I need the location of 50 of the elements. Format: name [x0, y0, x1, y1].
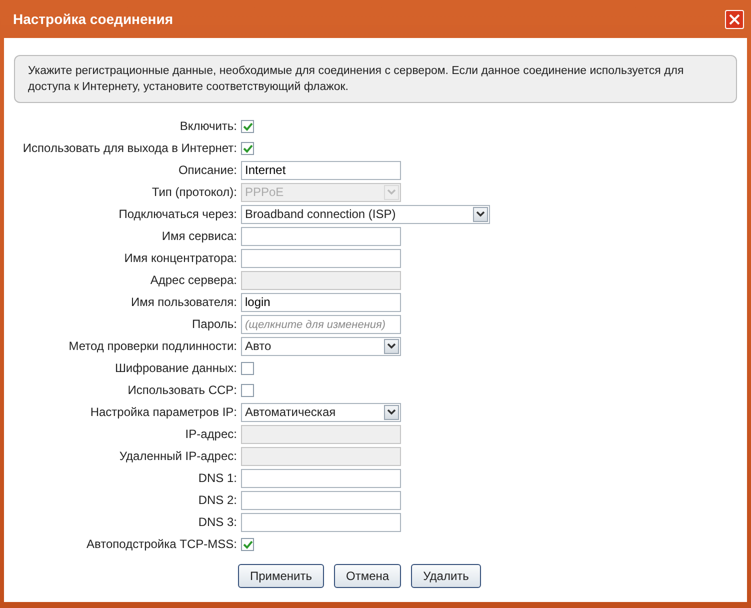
window-title: Настройка соединения — [13, 11, 174, 27]
field-label: Пароль: — [191, 317, 238, 331]
input-field[interactable] — [241, 226, 401, 246]
checkmark-icon — [242, 144, 252, 152]
field-label: Настройка параметров IP: — [89, 405, 238, 419]
field-label: Шифрование данных: — [114, 361, 238, 375]
field-label: DNS 1: — [197, 471, 238, 485]
dropdown-value: Broadband connection (ISP) — [245, 207, 396, 221]
checkbox[interactable] — [241, 538, 254, 550]
field-label: Адрес сервера: — [149, 273, 238, 287]
dialog-button[interactable]: Удалить — [411, 564, 481, 588]
checkmark-icon — [242, 122, 252, 130]
input-field[interactable]: login — [241, 292, 401, 312]
checkmark-icon — [242, 540, 252, 548]
field-label: IP-адрес: — [184, 427, 238, 441]
input-field[interactable] — [241, 512, 401, 532]
dropdown-value: Авто — [245, 339, 272, 353]
field-label: Удаленный IP-адрес: — [118, 449, 238, 463]
dropdown[interactable]: Авто — [241, 336, 401, 356]
field-label: Имя пользователя: — [130, 295, 238, 309]
checkbox[interactable] — [241, 362, 254, 374]
input-field[interactable]: Internet — [241, 160, 401, 180]
field-label: Имя сервиса: — [160, 229, 238, 243]
field-label: Описание: — [177, 163, 238, 177]
field-label: Подключаться через: — [118, 207, 238, 221]
field-label: Тип (протокол): — [150, 185, 238, 199]
field-label: Включить: — [178, 119, 238, 133]
input-field[interactable] — [241, 490, 401, 510]
field-label: Использовать для выхода в Интернет: — [22, 141, 238, 155]
dropdown[interactable]: Автоматическая — [241, 402, 401, 422]
dropdown-value: PPPoE — [245, 185, 284, 199]
input-field[interactable]: (щелкните для изменения) — [241, 314, 401, 334]
dropdown-value: Автоматическая — [245, 405, 336, 419]
close-button[interactable] — [725, 10, 744, 28]
checkbox[interactable] — [241, 142, 254, 154]
dialog-button[interactable]: Отмена — [334, 564, 402, 588]
field-label: Использовать CCP: — [126, 383, 238, 397]
input-field[interactable] — [241, 468, 401, 488]
dialog-button[interactable]: Применить — [238, 564, 324, 588]
dropdown[interactable]: Broadband connection (ISP) — [241, 204, 490, 224]
close-icon — [729, 14, 740, 24]
field-label: Автоподстройка TCP-MSS: — [86, 537, 238, 551]
field-label: Имя концентратора: — [123, 251, 238, 265]
checkbox[interactable] — [241, 384, 254, 396]
checkbox[interactable] — [241, 120, 254, 132]
field-label: DNS 2: — [197, 493, 238, 507]
field-label: DNS 3: — [197, 515, 238, 529]
info-message: Укажите регистрационные данные, необходимые для соединения с сервером. Если данное соединение используется для доступа к Интернету, установите соответствующий флажок. — [14, 55, 737, 103]
input-field[interactable] — [241, 248, 401, 268]
field-label: Метод проверки подлинности: — [68, 339, 238, 353]
